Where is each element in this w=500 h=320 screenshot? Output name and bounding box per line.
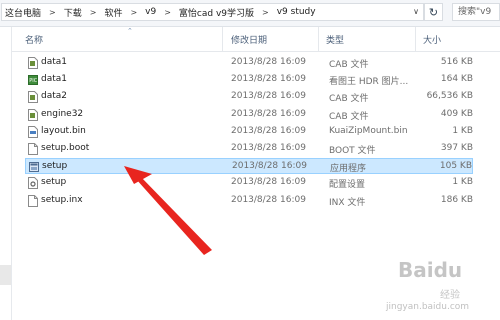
- baidu-watermark: Baidu 经验 jingyan.baidu.com: [378, 258, 500, 318]
- arrow-head: [124, 166, 152, 184]
- watermark-sub: 经验: [440, 290, 460, 301]
- watermark-brand: Baidu: [398, 258, 463, 282]
- watermark-url: jingyan.baidu.com: [386, 302, 470, 312]
- arrow-shaft: [136, 176, 212, 255]
